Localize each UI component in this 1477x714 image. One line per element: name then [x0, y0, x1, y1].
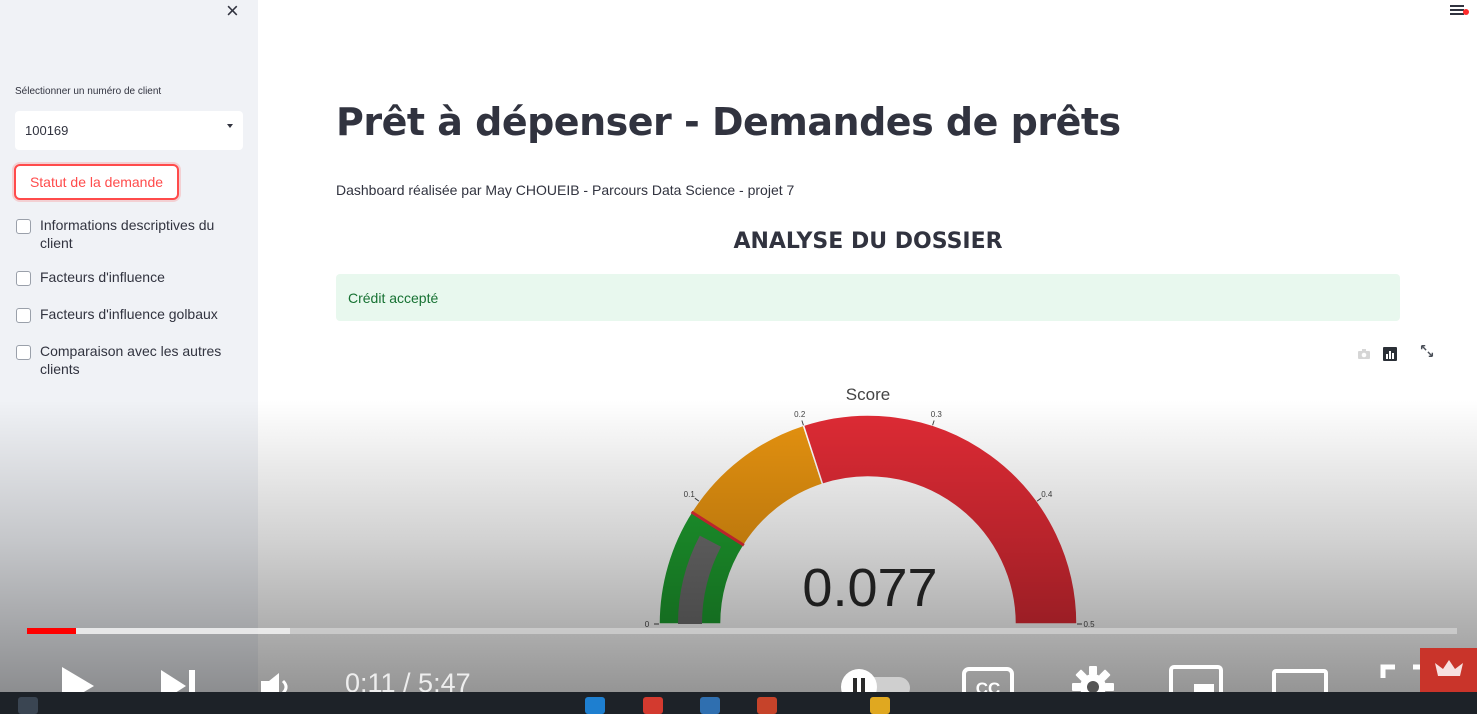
notification-dot [1463, 9, 1469, 15]
client-select-value: 100169 [25, 123, 69, 138]
checkbox-box[interactable] [16, 345, 31, 360]
client-select-label: Sélectionner un numéro de client [15, 86, 162, 97]
checkbox-label: Informations descriptives du client [40, 217, 215, 251]
page-title: Prêt à dépenser - Demandes de prêts [336, 100, 1121, 144]
video-progress-bar[interactable] [27, 628, 1457, 634]
start-menu-icon[interactable] [18, 697, 38, 714]
checkbox-box[interactable] [16, 308, 31, 323]
gauge-tick-label: 0.1 [684, 490, 696, 499]
channel-badge[interactable] [1420, 648, 1477, 692]
checkbox-descriptive-info[interactable]: Informations descriptives du client [16, 216, 235, 252]
client-select[interactable]: 100169 [15, 111, 243, 150]
expand-icon[interactable] [1418, 343, 1436, 359]
crown-icon [1435, 660, 1463, 676]
gauge-value: 0.077 [802, 558, 937, 618]
main-content: Prêt à dépenser - Demandes de prêts Dash… [258, 0, 1477, 714]
file-explorer-icon[interactable] [870, 697, 890, 714]
gauge-tick-mark [694, 497, 700, 502]
calculator-icon[interactable] [700, 697, 720, 714]
gauge-title: Score [846, 385, 890, 404]
bar-chart-icon[interactable] [1382, 346, 1398, 362]
checkbox-label: Facteurs d'influence [40, 269, 165, 285]
gauge-tick-mark [801, 420, 804, 426]
gauge-tick-mark [932, 420, 935, 426]
checkbox-box[interactable] [16, 219, 31, 234]
sidebar-close-button[interactable]: × [226, 0, 239, 22]
chrome-browser-icon[interactable] [643, 697, 663, 714]
checkbox-box[interactable] [16, 271, 31, 286]
success-alert: Crédit accepté [336, 274, 1400, 321]
app-page: × Sélectionner un numéro de client 10016… [0, 0, 1477, 714]
status-button[interactable]: Statut de la demande [14, 164, 179, 200]
camera-icon[interactable] [1356, 346, 1372, 362]
checkbox-influence-factors[interactable]: Facteurs d'influence [16, 268, 235, 286]
alert-text: Crédit accepté [348, 289, 439, 306]
checkbox-label: Comparaison avec les autres clients [40, 343, 222, 377]
sidebar: × Sélectionner un numéro de client 10016… [0, 0, 258, 714]
menu-icon[interactable] [1450, 5, 1464, 17]
powerpoint-icon[interactable] [757, 697, 777, 714]
caret-down-icon [227, 124, 233, 128]
gauge-tick-label: 0.3 [931, 410, 943, 419]
checkbox-label: Facteurs d'influence golbaux [40, 306, 218, 322]
section-heading: ANALYSE DU DOSSIER [733, 229, 1003, 254]
checkbox-client-comparison[interactable]: Comparaison avec les autres clients [16, 342, 235, 378]
gauge-tick-label: 0.4 [1041, 490, 1053, 499]
os-taskbar [0, 692, 1477, 714]
score-gauge-chart: Score 00.10.2 0.30.40.5 0.077 [645, 385, 1095, 629]
page-subtitle: Dashboard réalisée par May CHOUEIB - Par… [336, 182, 795, 198]
gauge-tick-label: 0.2 [794, 410, 806, 419]
video-played-bar [27, 628, 76, 634]
checkbox-global-influence-factors[interactable]: Facteurs d'influence golbaux [16, 305, 235, 323]
edge-browser-icon[interactable] [585, 697, 605, 714]
